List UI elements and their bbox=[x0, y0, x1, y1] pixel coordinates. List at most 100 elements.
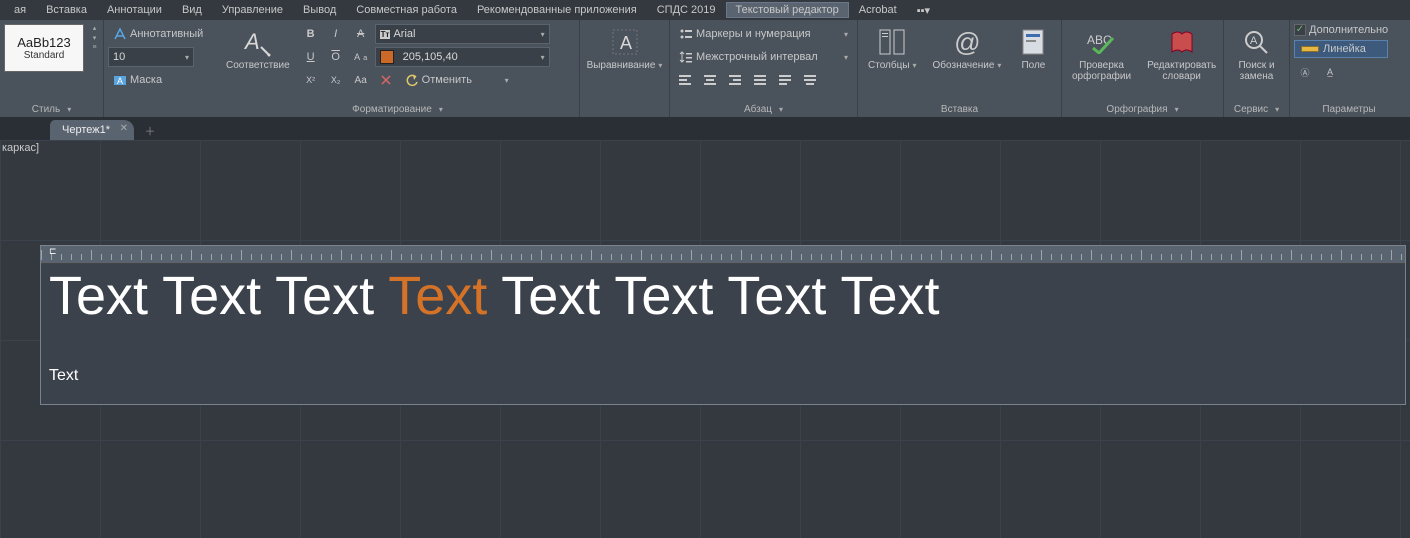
svg-text:A: A bbox=[620, 33, 632, 53]
ruler-indent-marker[interactable]: ⊏ bbox=[49, 246, 57, 257]
menu-item-manage[interactable]: Управление bbox=[212, 2, 293, 18]
text-line-1[interactable]: Text Text Text Text Text Text Text Text bbox=[49, 268, 1397, 325]
book-icon bbox=[1166, 26, 1198, 58]
match-label: Соответствие bbox=[226, 60, 290, 71]
char-set2-button[interactable]: A̲ bbox=[1319, 62, 1341, 82]
columns-button[interactable]: Столбцы bbox=[862, 24, 923, 96]
menu-item-output[interactable]: Вывод bbox=[293, 2, 346, 18]
bullets-icon bbox=[679, 27, 693, 41]
columns-label: Столбцы bbox=[868, 60, 917, 71]
underline-button[interactable]: U bbox=[300, 47, 322, 67]
subscript-button[interactable]: Aa bbox=[350, 47, 372, 67]
justification-button[interactable]: A Выравнивание bbox=[581, 24, 669, 96]
text-content-area[interactable]: Text Text Text Text Text Text Text Text … bbox=[41, 264, 1405, 389]
text-color-input[interactable]: 205,105,40 ▾ bbox=[375, 47, 550, 67]
panel-spell: ABC Проверка орфографии Редактировать сл… bbox=[1062, 20, 1224, 117]
linespacing-button[interactable]: Межстрочный интервал ▾ bbox=[674, 47, 853, 67]
menu-item-0[interactable]: ая bbox=[4, 2, 36, 18]
panel-tools: A Поиск и замена Сервис bbox=[1224, 20, 1290, 117]
svg-text:A: A bbox=[117, 76, 123, 86]
spellcheck-button[interactable]: ABC Проверка орфографии bbox=[1066, 24, 1137, 96]
find-icon: A bbox=[1240, 26, 1272, 58]
menu-item-texteditor[interactable]: Текстовый редактор bbox=[726, 2, 849, 18]
panel-title-paragraph[interactable]: Абзац bbox=[674, 101, 853, 117]
linespacing-icon bbox=[679, 50, 693, 64]
tab-label: Чертеж1* bbox=[62, 124, 110, 136]
tab-close-icon[interactable]: ✕ bbox=[120, 123, 128, 134]
svg-text:A: A bbox=[1250, 35, 1258, 47]
extra-checkbox[interactable] bbox=[1294, 24, 1306, 36]
panel-title-format[interactable]: Форматирование bbox=[220, 101, 575, 117]
symbol-button[interactable]: @ Обозначение bbox=[927, 24, 1008, 96]
drawing-canvas[interactable]: каркас] ⊏ Text Text Text Text Text Text … bbox=[0, 140, 1410, 538]
panel-title-insert[interactable]: Вставка bbox=[862, 101, 1057, 117]
align-center-button[interactable] bbox=[699, 70, 721, 90]
mask-label: Маска bbox=[130, 74, 162, 86]
linespacing-label: Межстрочный интервал bbox=[696, 51, 818, 63]
svg-text:A: A bbox=[243, 29, 260, 54]
dictionaries-button[interactable]: Редактировать словари bbox=[1141, 24, 1222, 96]
ruler-toggle[interactable]: Линейка bbox=[1294, 40, 1388, 58]
undo-button[interactable]: Отменить ▾ bbox=[400, 70, 514, 90]
undo-icon bbox=[405, 73, 419, 87]
font-name-value: Arial bbox=[393, 28, 415, 40]
overline-button[interactable]: O bbox=[325, 47, 347, 67]
bold-button[interactable]: B bbox=[300, 24, 322, 44]
annotative-toggle[interactable]: Аннотативный bbox=[108, 24, 208, 44]
text-line-2[interactable]: Text bbox=[49, 367, 1397, 385]
document-tabbar: Чертеж1* ✕ ＋ bbox=[0, 118, 1410, 140]
font-name-input[interactable]: TᴛArial ▾ bbox=[375, 24, 550, 44]
panel-title-options[interactable]: Параметры bbox=[1294, 101, 1404, 117]
spellcheck-label: Проверка орфографии bbox=[1072, 60, 1131, 82]
justify-button[interactable] bbox=[749, 70, 771, 90]
panel-title-style[interactable]: Стиль bbox=[4, 101, 99, 117]
columns-icon bbox=[876, 26, 908, 58]
clear-format-button[interactable] bbox=[375, 70, 397, 90]
style-preview-label: Standard bbox=[24, 50, 65, 61]
text-ruler[interactable]: ⊏ bbox=[41, 246, 1405, 264]
italic-button[interactable]: I bbox=[325, 24, 347, 44]
find-replace-button[interactable]: A Поиск и замена bbox=[1232, 24, 1280, 96]
char-set-button[interactable]: Ⓐ bbox=[1294, 62, 1316, 82]
mtext-editor[interactable]: ⊏ Text Text Text Text Text Text Text Tex… bbox=[40, 245, 1406, 405]
panel-title-tools[interactable]: Сервис bbox=[1228, 101, 1285, 117]
menu-item-view[interactable]: Вид bbox=[172, 2, 212, 18]
panel-insert: Столбцы @ Обозначение Поле Вставка bbox=[858, 20, 1062, 117]
bullets-button[interactable]: Маркеры и нумерация ▾ bbox=[674, 24, 853, 44]
superscript-button[interactable]: X² bbox=[300, 70, 322, 90]
text-style-preview[interactable]: AaBb123 Standard bbox=[4, 24, 84, 72]
extra-toggle[interactable]: Дополнительно bbox=[1294, 24, 1388, 36]
case-button[interactable]: Aa bbox=[350, 70, 372, 90]
find-label: Поиск и замена bbox=[1238, 60, 1274, 82]
menu-bar: ая Вставка Аннотации Вид Управление Выво… bbox=[0, 0, 1410, 20]
field-button[interactable]: Поле bbox=[1011, 24, 1055, 96]
panel-spacer-style bbox=[108, 101, 212, 117]
menu-item-annotations[interactable]: Аннотации bbox=[97, 2, 172, 18]
distribute-button[interactable] bbox=[799, 70, 821, 90]
justify2-button[interactable] bbox=[774, 70, 796, 90]
sub-button[interactable]: X₂ bbox=[325, 70, 347, 90]
strike-button[interactable]: A bbox=[350, 24, 372, 44]
mask-button[interactable]: A Маска bbox=[108, 70, 208, 90]
align-left-button[interactable] bbox=[674, 70, 696, 90]
panel-options: Дополнительно Линейка Ⓐ A̲ Параметры bbox=[1290, 20, 1408, 117]
ruler-icon bbox=[1301, 46, 1319, 52]
panel-title-spell[interactable]: Орфография bbox=[1066, 101, 1219, 117]
document-tab[interactable]: Чертеж1* ✕ bbox=[50, 120, 134, 140]
style-gallery-arrows[interactable]: ▴▾≡ bbox=[90, 24, 99, 54]
menu-overflow[interactable]: ▪▪▾ bbox=[907, 2, 940, 19]
panel-styleprops: Аннотативный 10▾ A Маска bbox=[104, 20, 216, 117]
menu-item-spds[interactable]: СПДС 2019 bbox=[647, 2, 726, 18]
bullets-label: Маркеры и нумерация bbox=[696, 28, 811, 40]
text-height-input[interactable]: 10▾ bbox=[108, 47, 194, 67]
menu-item-insert[interactable]: Вставка bbox=[36, 2, 97, 18]
annotative-icon bbox=[113, 27, 127, 41]
menu-item-collaborate[interactable]: Совместная работа bbox=[346, 2, 467, 18]
match-properties-button[interactable]: A Соответствие bbox=[220, 24, 296, 96]
menu-item-acrobat[interactable]: Acrobat bbox=[849, 2, 907, 18]
color-value: 205,105,40 bbox=[403, 51, 458, 63]
panel-spacer-align bbox=[584, 101, 665, 117]
new-tab-button[interactable]: ＋ bbox=[140, 122, 160, 140]
align-right-button[interactable] bbox=[724, 70, 746, 90]
menu-item-apps[interactable]: Рекомендованные приложения bbox=[467, 2, 647, 18]
